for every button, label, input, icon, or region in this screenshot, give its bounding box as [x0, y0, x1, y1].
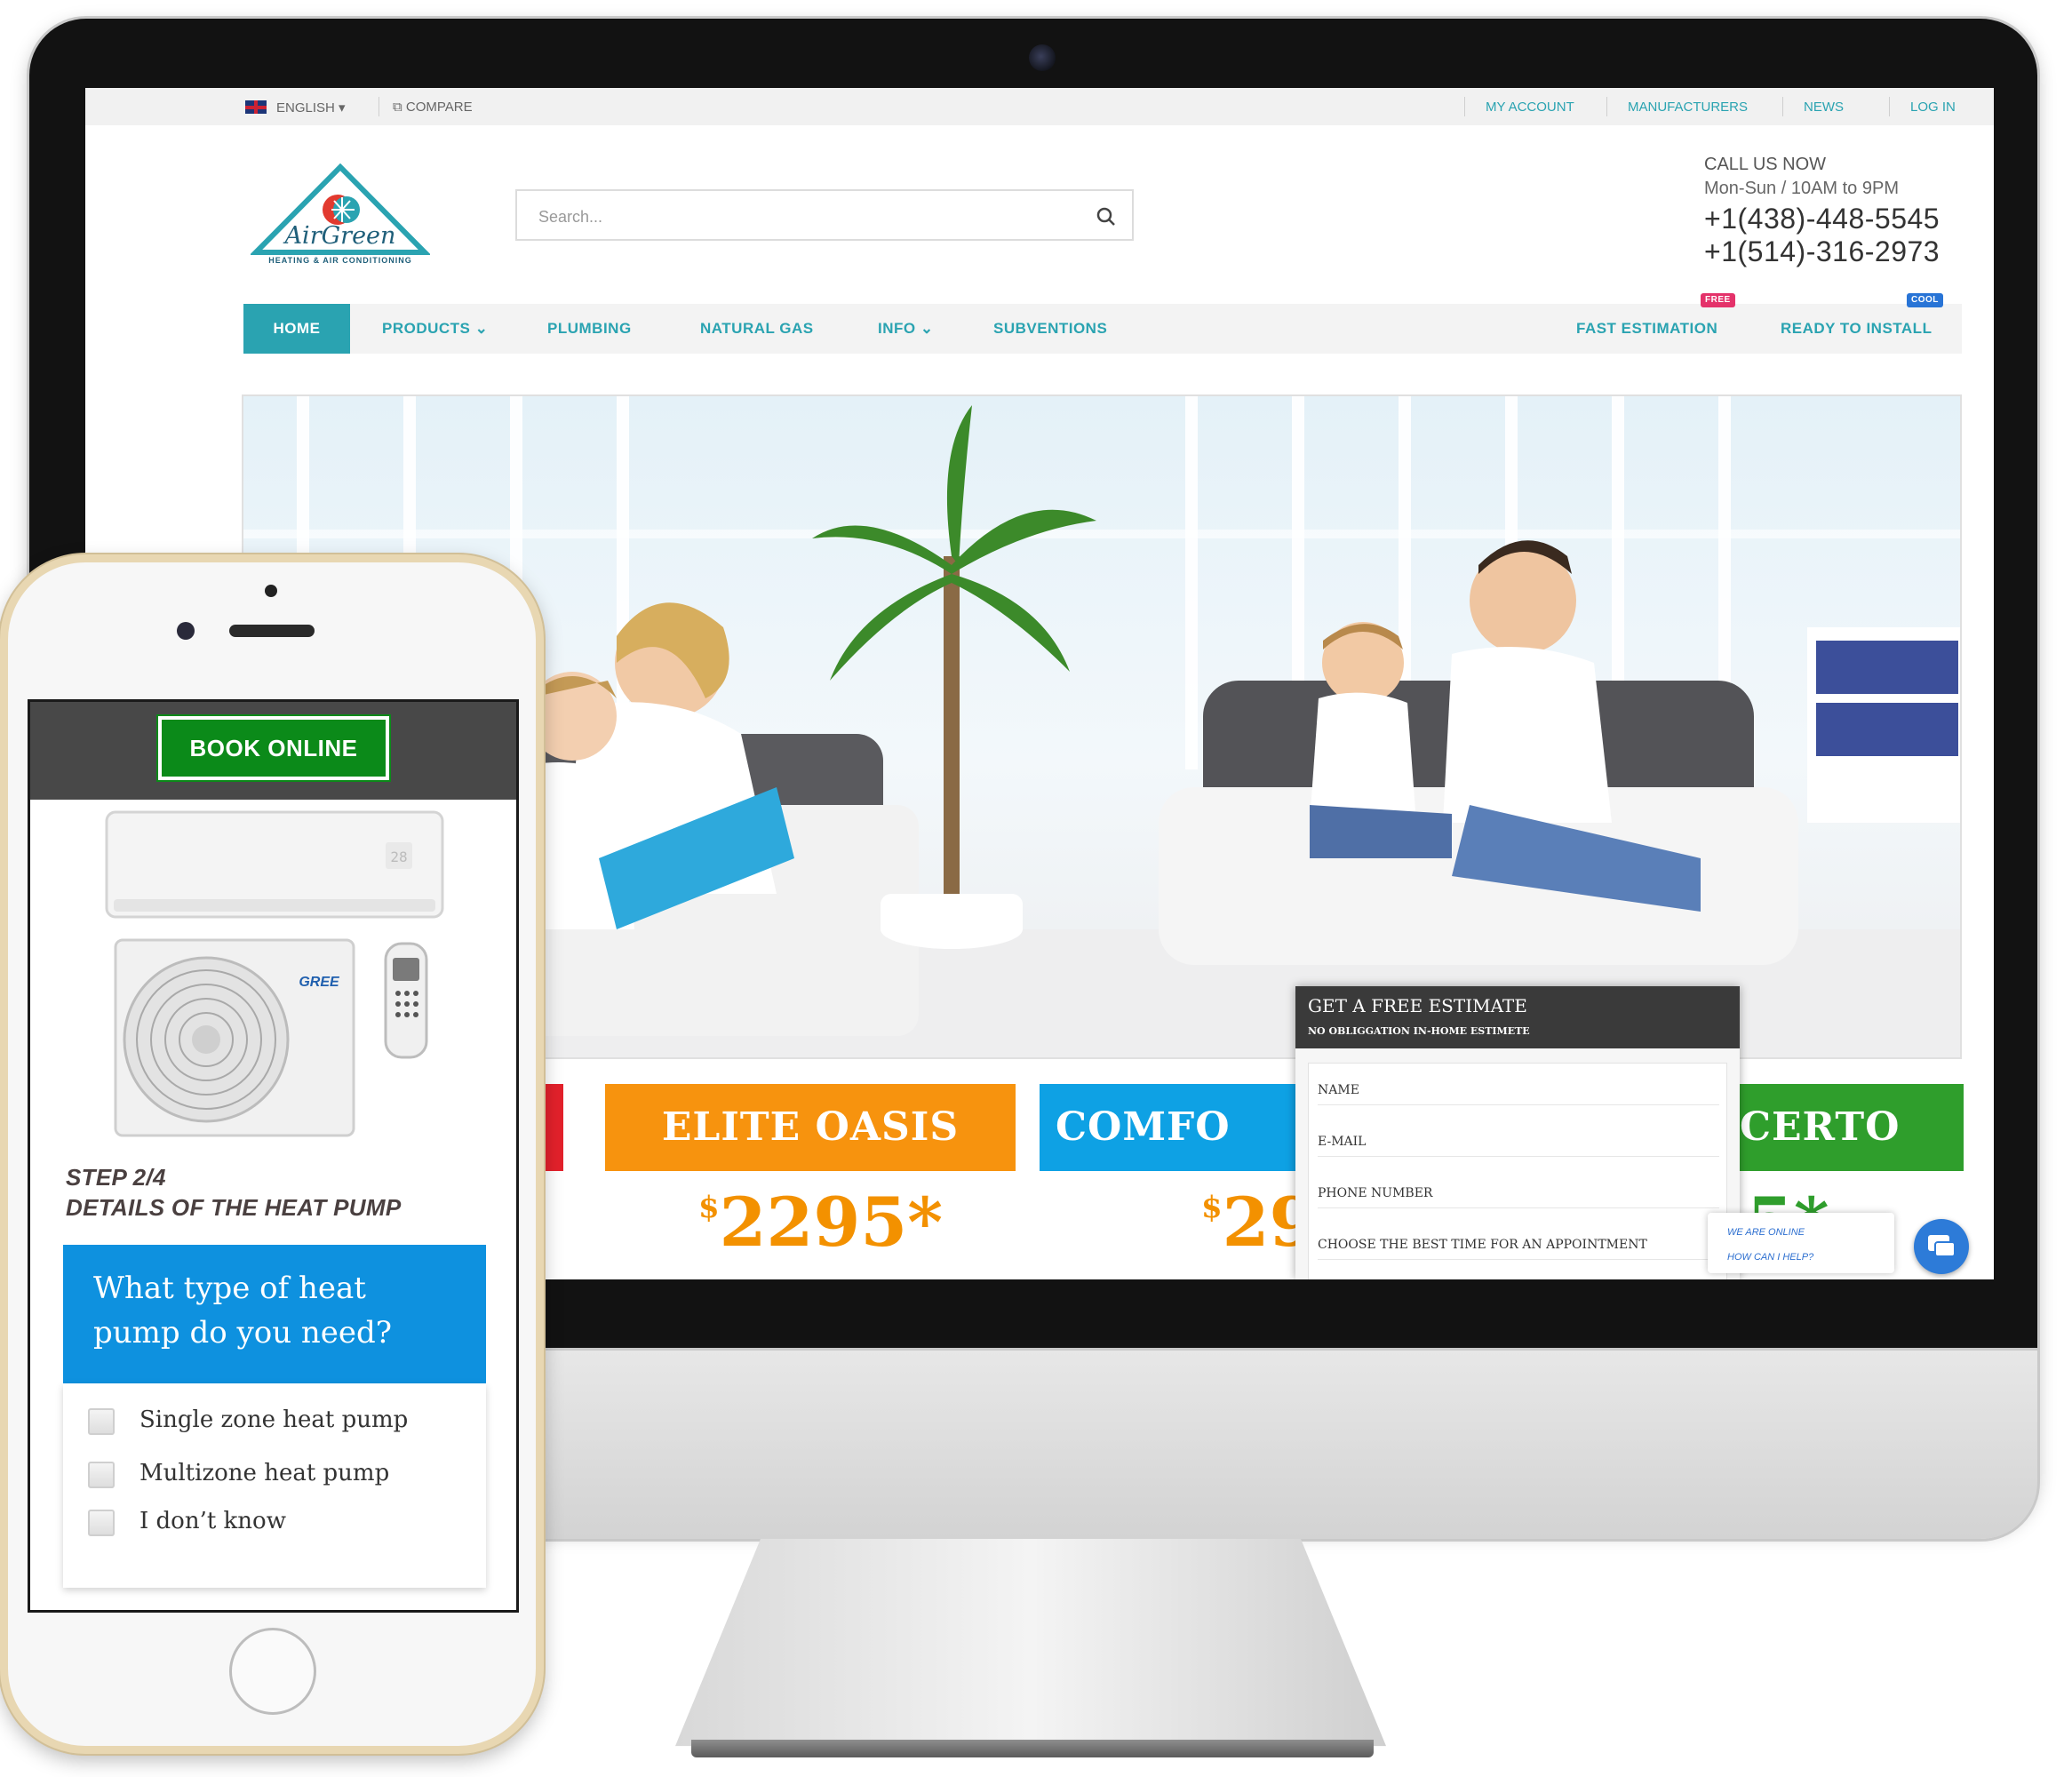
nav-ready-to-install[interactable]: READY TO INSTALL COOL — [1781, 293, 1943, 354]
nav-products[interactable]: PRODUCTS ⌄ — [382, 304, 488, 354]
language-selector[interactable]: ENGLISH ▾ — [276, 100, 346, 116]
camera — [1029, 44, 1056, 71]
logo-triangle-icon: AirGreen — [249, 163, 432, 255]
nav-fast-estimation[interactable]: FAST ESTIMATION FREE — [1576, 293, 1735, 354]
plan-card-certo[interactable]: CERTO — [1740, 1084, 1964, 1171]
plan-card-comfo[interactable]: COMFO — [1040, 1084, 1295, 1171]
my-account-link[interactable]: MY ACCOUNT — [1486, 100, 1574, 115]
nav-home[interactable]: HOME — [243, 304, 350, 354]
separator — [1782, 97, 1783, 116]
step-indicator: STEP 2/4 — [66, 1164, 166, 1191]
svg-text:28: 28 — [390, 849, 407, 865]
call-us-label: CALL US NOW — [1704, 155, 1827, 174]
nav-plumbing[interactable]: PLUMBING — [547, 304, 632, 354]
uk-flag-icon — [245, 100, 267, 114]
search-input[interactable]: Search... — [515, 189, 1134, 241]
imac-stand-foot — [691, 1740, 1374, 1757]
estimate-title: GET A FREE ESTIMATE — [1308, 995, 1527, 1016]
phone-sensor — [265, 585, 277, 597]
price-elite-oasis: $2295* — [698, 1183, 943, 1262]
estimate-subtitle: NO OBLIGGATION IN-HOME ESTIMETE — [1308, 1025, 1530, 1037]
phone-number-field[interactable]: PHONE NUMBER — [1318, 1186, 1719, 1208]
step-title: DETAILS OF THE HEAT PUMP — [66, 1194, 402, 1221]
chevron-down-icon: ⌄ — [474, 320, 489, 337]
chat-button[interactable] — [1914, 1219, 1969, 1274]
phone-number-2[interactable]: +1(514)-316-2973 — [1704, 235, 1962, 268]
nav-info[interactable]: INFO ⌄ — [878, 304, 934, 354]
chat-prompt: HOW CAN I HELP? — [1727, 1252, 1814, 1263]
main-nav: HOME PRODUCTS ⌄ PLUMBING NATURAL GAS INF… — [243, 293, 1962, 354]
imac-stand — [675, 1539, 1386, 1747]
contact-block: CALL US NOW Mon-Sun / 10AM to 9PM +1(438… — [1704, 155, 1962, 268]
separator — [1464, 97, 1465, 116]
news-link[interactable]: NEWS — [1804, 100, 1844, 115]
estimate-header: GET A FREE ESTIMATE NO OBLIGGATION IN-HO… — [1295, 986, 1740, 1048]
phone-number-1[interactable]: +1(438)-448-5545 — [1704, 203, 1962, 235]
svg-text:AirGreen: AirGreen — [283, 222, 396, 250]
separator — [1889, 97, 1890, 116]
question-heading: What type of heat pump do you need? — [63, 1245, 486, 1383]
chevron-down-icon: ⌄ — [920, 320, 934, 337]
search-icon[interactable] — [1096, 207, 1116, 227]
plan-card-elite-oasis[interactable]: ELITE OASIS — [605, 1084, 1016, 1171]
mobile-header: BOOK ONLINE — [30, 702, 516, 800]
appointment-time-field[interactable]: CHOOSE THE BEST TIME FOR AN APPOINTMENT — [1318, 1238, 1719, 1260]
checkbox[interactable] — [88, 1462, 115, 1488]
checkbox[interactable] — [88, 1510, 115, 1536]
chat-bubble-icon — [1928, 1235, 1956, 1257]
estimate-fields: NAME E-MAIL PHONE NUMBER CHOOSE THE BEST… — [1308, 1063, 1727, 1279]
logo-tagline: HEATING & AIR CONDITIONING — [268, 256, 412, 265]
heat-pump-product-image: 28 GREE — [105, 810, 444, 1137]
phone-earpiece — [229, 625, 315, 637]
chat-widget[interactable]: WE ARE ONLINE HOW CAN I HELP? — [1708, 1213, 1894, 1273]
book-online-button[interactable]: BOOK ONLINE — [156, 714, 391, 782]
phone-front-camera — [177, 622, 195, 640]
separator — [1606, 97, 1607, 116]
svg-text:GREE: GREE — [299, 975, 340, 990]
nav-natural-gas[interactable]: NATURAL GAS — [700, 304, 814, 354]
free-estimate-form: GET A FREE ESTIMATE NO OBLIGGATION IN-HO… — [1295, 986, 1740, 1279]
compare-icon: ⧉ — [393, 100, 402, 115]
mobile-screen: BOOK ONLINE 28 GREE STEP 2/4 DETAILS OF … — [28, 699, 519, 1613]
free-badge: FREE — [1701, 293, 1735, 307]
cool-badge: COOL — [1907, 293, 1943, 307]
name-field[interactable]: NAME — [1318, 1083, 1719, 1105]
compare-link[interactable]: ⧉ COMPARE — [393, 100, 473, 115]
email-field[interactable]: E-MAIL — [1318, 1135, 1719, 1157]
nav-subventions[interactable]: SUBVENTIONS — [993, 304, 1107, 354]
search-placeholder: Search... — [538, 208, 603, 226]
checkbox[interactable] — [88, 1408, 115, 1435]
business-hours: Mon-Sun / 10AM to 9PM — [1704, 179, 1899, 198]
manufacturers-link[interactable]: MANUFACTURERS — [1628, 100, 1748, 115]
phone-home-button[interactable] — [229, 1628, 316, 1715]
chat-status: WE ARE ONLINE — [1727, 1227, 1805, 1238]
log-in-link[interactable]: LOG IN — [1910, 100, 1956, 115]
top-bar: ENGLISH ▾ ⧉ COMPARE MY ACCOUNT MANUFACTU… — [85, 88, 1994, 125]
options-list: Single zone heat pump Multizone heat pum… — [63, 1383, 486, 1588]
airgreen-logo[interactable]: AirGreen HEATING & AIR CONDITIONING — [249, 163, 432, 268]
